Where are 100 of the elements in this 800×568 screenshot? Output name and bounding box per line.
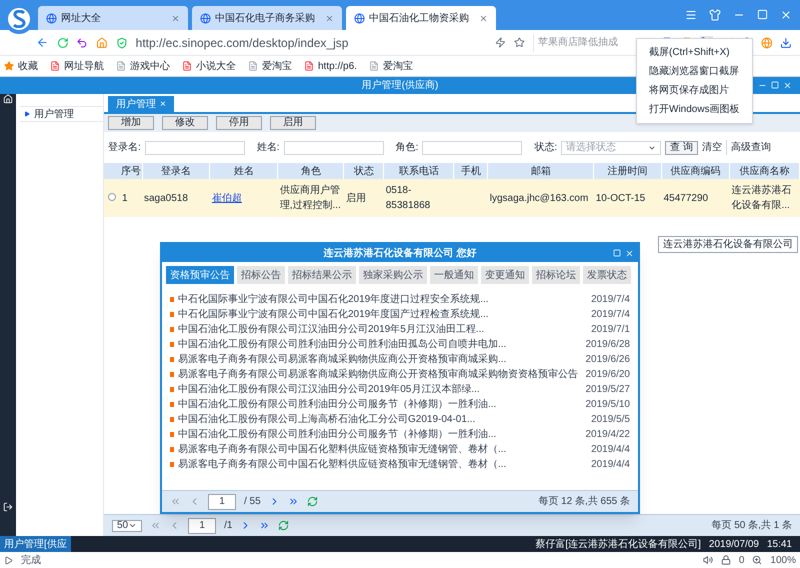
maximize-icon[interactable]: [757, 9, 768, 20]
row-radio[interactable]: [108, 192, 116, 200]
role-field[interactable]: [422, 140, 522, 154]
browser-tab[interactable]: 中国石化电子商务采购: [192, 6, 342, 30]
last-page-icon[interactable]: [288, 496, 299, 507]
zoom-icon[interactable]: [752, 555, 762, 565]
notice-link[interactable]: 中国石油化工股份有限公司江汉油田分公司2019年5月江汉油田工程...: [178, 322, 484, 337]
tab-close-glyph[interactable]: ×: [160, 96, 166, 112]
notice-date: 2019/7/1: [591, 323, 630, 337]
taskbar-tab[interactable]: 用户管理[供应: [0, 536, 71, 552]
toolbar-button[interactable]: 修改: [162, 116, 208, 130]
dialog-tab[interactable]: 招标公告: [237, 266, 285, 284]
dialog-tab[interactable]: 招标结果公示: [288, 266, 356, 284]
bookmark-item[interactable]: http://p6.: [304, 58, 357, 74]
table-cell: 供应商用户管理,过程控制...: [280, 185, 341, 211]
login-name-field[interactable]: [144, 140, 245, 154]
undo-icon[interactable]: [76, 36, 88, 48]
refresh-icon[interactable]: [278, 520, 290, 531]
bullet-icon: [170, 342, 174, 347]
notice-link[interactable]: 中石化国际事业宁波有限公司中国石化2019年度国产过程检查系统规...: [178, 307, 489, 322]
bookmark-item[interactable]: 小说大全: [182, 58, 236, 74]
page-icon: [248, 61, 258, 71]
dialog-tab[interactable]: 招标论坛: [532, 266, 580, 284]
page-number-field[interactable]: 1: [188, 518, 216, 534]
close-icon[interactable]: [325, 14, 334, 22]
name-link[interactable]: 崔伯超: [212, 192, 242, 204]
bookmark-item[interactable]: 爱淘宝: [248, 58, 292, 74]
menu-item[interactable]: 打开Windows画图板: [637, 100, 752, 119]
page-tab[interactable]: 用户管理 ×: [108, 96, 174, 112]
page-icon: [304, 61, 314, 71]
search-button[interactable]: 查 询: [665, 140, 698, 154]
sidebar-item[interactable]: 用户管理: [20, 106, 103, 122]
star-icon: [4, 61, 14, 71]
bookmark-item[interactable]: 网址导航: [50, 58, 104, 74]
dialog-tab[interactable]: 变更通知: [481, 266, 529, 284]
close-icon[interactable]: [479, 14, 488, 22]
dialog-tab[interactable]: 独家采购公示: [359, 266, 427, 284]
field-label: 姓名:: [256, 141, 280, 155]
dialog-tab[interactable]: 发票状态: [583, 266, 631, 284]
speaker-icon[interactable]: [702, 555, 713, 565]
dialog-tab[interactable]: 一般通知: [430, 266, 478, 284]
first-page-icon[interactable]: [170, 496, 181, 507]
user-label: 蔡仔富[连云港苏港石化设备有限公司]: [535, 538, 701, 552]
blocked-count[interactable]: 0: [738, 552, 744, 568]
toolbar-button[interactable]: 停用: [216, 116, 262, 130]
notice-link[interactable]: 易派客电子商务有限公司中国石化塑料供应链资格预审无缝钢管、卷材（...: [178, 442, 506, 457]
bookmark-item[interactable]: 游戏中心: [116, 58, 170, 74]
refresh-icon[interactable]: [306, 496, 318, 507]
page-number-field[interactable]: 1: [208, 494, 236, 510]
notice-link[interactable]: 中石化国际事业宁波有限公司中国石化2019年度进口过程安全系统规...: [178, 292, 489, 307]
clear-link[interactable]: 清空: [702, 140, 722, 155]
bullet-icon: [170, 357, 174, 362]
notice-date: 2019/5/27: [586, 383, 630, 397]
notice-link[interactable]: 中国石油化工股份有限公司上海高桥石油化工分公司G2019-04-01...: [178, 412, 476, 427]
date-label: 2019/07/09: [708, 538, 759, 552]
close-icon[interactable]: [780, 9, 792, 21]
menu-icon[interactable]: [685, 9, 697, 21]
menu-item[interactable]: 将网页保存成图片: [637, 81, 752, 100]
notice-link[interactable]: 易派客电子商务有限公司易派客商城采购物供应商公开资格预审商城采购物资资格预审公告: [178, 367, 578, 382]
menu-item[interactable]: 隐藏浏览器窗口截屏: [637, 62, 752, 81]
logout-icon[interactable]: [3, 502, 13, 512]
url-field[interactable]: http://ec.sinopec.com/desktop/index_jsp: [136, 34, 488, 52]
notice-link[interactable]: 中国石油化工股份有限公司胜利油田分公司服务节（补修期）一胜利油...: [178, 427, 496, 442]
bookmark-item[interactable]: 收藏: [4, 58, 38, 74]
lightning-icon[interactable]: [495, 37, 506, 48]
play-icon[interactable]: [4, 556, 13, 564]
notice-link[interactable]: 易派客电子商务有限公司易派客商城采购物供应商公开资格预审商城采购...: [178, 352, 506, 367]
table-cell: saga0518: [144, 192, 188, 204]
notice-link[interactable]: 中国石油化工股份有限公司胜利油田分公司服务节（补修期）一胜利油...: [178, 397, 496, 412]
lock-icon[interactable]: [720, 555, 731, 565]
time-label: 15:41: [766, 538, 792, 552]
notice-link[interactable]: 易派客电子商务有限公司中国石化塑料供应链资格预审无缝钢管、卷材（...: [178, 457, 506, 472]
toolbar-button[interactable]: 启用: [270, 116, 316, 130]
browser-tab[interactable]: 中国石油化工物资采购: [346, 6, 496, 30]
bookmark-item[interactable]: 爱淘宝: [368, 58, 413, 74]
field-label: 登录名:: [108, 141, 141, 155]
close-icon[interactable]: [171, 14, 180, 22]
shirt-icon[interactable]: [709, 9, 721, 21]
star-icon[interactable]: [514, 37, 525, 48]
browser-tab[interactable]: 网址大全: [38, 6, 188, 30]
dialog-tab[interactable]: 资格预审公告: [166, 266, 234, 284]
reload-icon[interactable]: [56, 36, 68, 48]
page-size-select[interactable]: 50: [112, 520, 142, 532]
toolbar-button[interactable]: 增加: [108, 116, 154, 130]
tooltip: 连云港苏港石化设备有限公司: [658, 236, 798, 253]
restore-icon[interactable]: [771, 81, 779, 89]
field-label: 状态:: [534, 140, 558, 155]
dialog-title: 连云港苏港石化设备有限公司 您好: [324, 246, 476, 260]
restore-icon[interactable]: [613, 248, 621, 256]
name-field[interactable]: [284, 140, 384, 154]
notice-link[interactable]: 中国石油化工股份有限公司江汉油田分公司2019年05月江汉本部绿...: [178, 382, 480, 397]
notice-link[interactable]: 中国石油化工股份有限公司胜利油田分公司胜利油田孤岛公司自喷井电加...: [178, 337, 506, 352]
bullet-icon: [170, 327, 174, 332]
back-icon[interactable]: [36, 36, 49, 49]
download-icon[interactable]: [780, 36, 792, 48]
total-pages-label: / 55: [244, 495, 261, 509]
last-page-icon[interactable]: [259, 520, 270, 531]
zoom-level[interactable]: 100%: [770, 552, 796, 568]
first-page-icon[interactable]: [150, 520, 162, 531]
advanced-search-link[interactable]: 高级查询: [726, 140, 771, 155]
